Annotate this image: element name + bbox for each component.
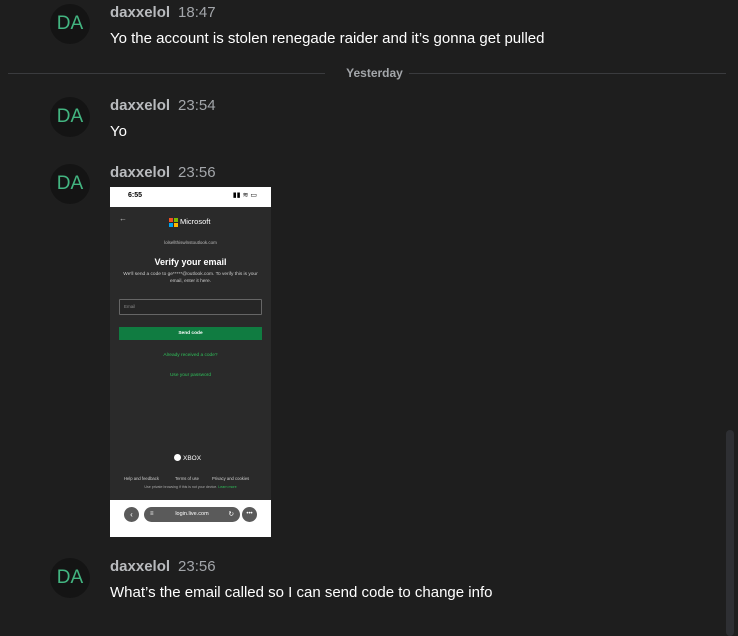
status-time: 6:55 — [128, 192, 143, 199]
phone-status-bar: 6:55 ▮▮ ≋ ▭ — [110, 187, 271, 207]
microsoft-logo-icon — [169, 218, 178, 227]
xbox-icon — [174, 454, 181, 461]
learn-more-link: Learn more — [218, 485, 237, 489]
xbox-logo: XBOX — [174, 454, 214, 463]
account-email: lolsellthiswlnstoutlook.com — [164, 240, 217, 245]
status-icons: ▮▮ ≋ ▭ — [232, 192, 257, 199]
footer-help: Help and feedback — [124, 476, 159, 481]
timestamp: 23:56 — [178, 558, 216, 575]
more-icon: ••• — [242, 507, 257, 522]
footer-note: Use private browsing if this is not your… — [110, 485, 271, 489]
verify-title: Verify your email — [154, 257, 227, 267]
chevron-left-icon: ‹ — [124, 507, 139, 522]
avatar[interactable]: DA — [50, 558, 90, 598]
xbox-label: XBOX — [183, 455, 202, 463]
avatar[interactable]: DA — [50, 97, 90, 137]
message-text: What’s the email called so I can send co… — [110, 584, 493, 601]
footer-note-text: Use private browsing if this is not your… — [144, 485, 218, 489]
message-header: daxxelol 23:56 — [110, 164, 216, 182]
email-field: Email — [119, 299, 262, 315]
divider-line — [409, 73, 726, 74]
app-header: ← Microsoft — [110, 207, 271, 229]
reload-icon: ↻ — [228, 511, 234, 518]
message-header: daxxelol 23:56 — [110, 558, 216, 576]
back-arrow-icon: ← — [119, 214, 127, 223]
author-name[interactable]: daxxelol — [110, 558, 170, 575]
brand-name: Microsoft — [180, 217, 211, 226]
scrollbar[interactable] — [726, 430, 734, 636]
avatar[interactable]: DA — [50, 4, 90, 44]
message-group: DA daxxelol 18:47 Yo the account is stole… — [0, 4, 720, 50]
url-text: login.live.com — [175, 511, 209, 517]
timestamp: 23:54 — [178, 97, 216, 114]
timestamp: 18:47 — [178, 4, 216, 21]
avatar[interactable]: DA — [50, 164, 90, 204]
date-divider: Yesterday — [8, 66, 726, 80]
message-header: daxxelol 23:54 — [110, 97, 216, 115]
send-code-button: Send code — [119, 327, 262, 340]
verify-description: We'll send a code to ge*****@outlook.com… — [123, 272, 258, 284]
footer-privacy: Privacy and cookies — [212, 476, 250, 481]
divider-label: Yesterday — [346, 66, 403, 80]
use-password-link: Use your password — [169, 373, 212, 378]
message-text: Yo — [110, 123, 127, 140]
url-bar: ≡ login.live.com ↻ — [144, 507, 240, 522]
author-name[interactable]: daxxelol — [110, 4, 170, 21]
page-icon: ≡ — [150, 511, 154, 517]
browser-toolbar: ‹ ≡ login.live.com ↻ ••• — [110, 500, 271, 537]
footer-terms: Terms of use — [175, 476, 199, 481]
divider-line — [8, 73, 325, 74]
timestamp: 23:56 — [178, 164, 216, 181]
author-name[interactable]: daxxelol — [110, 164, 170, 181]
image-attachment[interactable]: 6:55 ▮▮ ≋ ▭ ← Microsoft lolsellthiswlnst… — [110, 187, 271, 537]
message-header: daxxelol 18:47 — [110, 4, 216, 22]
message-group: DA daxxelol 23:56 What’s the email called… — [0, 558, 720, 604]
author-name[interactable]: daxxelol — [110, 97, 170, 114]
already-received-link: Already received a code? — [163, 353, 218, 358]
message-text: Yo the account is stolen renegade raider… — [110, 30, 545, 47]
message-group: DA daxxelol 23:54 Yo — [0, 97, 720, 143]
email-placeholder: Email — [124, 304, 136, 309]
message-group: DA daxxelol 23:56 — [0, 164, 720, 204]
